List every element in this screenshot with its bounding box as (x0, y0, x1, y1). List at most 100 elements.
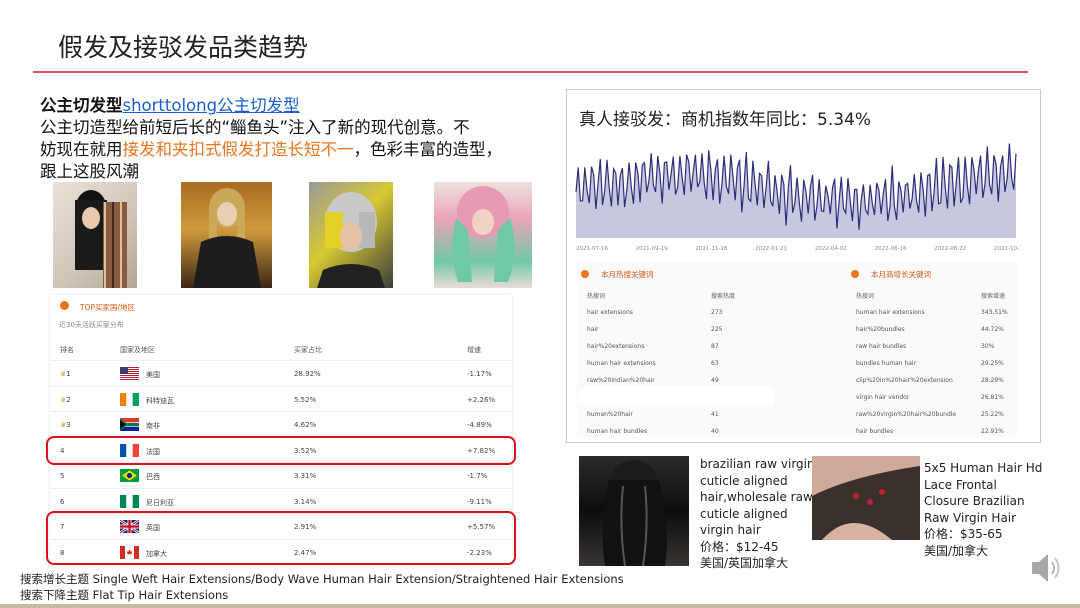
x-tick-label: 2021-07-16 (576, 246, 608, 252)
country-cell: 巴西 (146, 473, 160, 481)
product-text-line: cuticle aligned (700, 473, 788, 488)
growth-cell: -9.11% (467, 497, 492, 506)
trend-title: 真人接驳发：商机指数年同比：5.34% (579, 110, 872, 130)
country-cell: 科特迪瓦 (146, 396, 174, 405)
intro-link[interactable]: shorttolong公主切发型 (123, 96, 300, 115)
growth-keyword: raw%20virgin%20hair%20bundle (856, 411, 957, 418)
product-text-line: Closure Brazilian (924, 494, 1025, 508)
growth-keyword: virgin hair vendor (856, 394, 910, 401)
product-text-line: 5x5 Human Hair Hd (924, 461, 1043, 475)
hot-keywords-heading: 本月热搜关键词 (601, 270, 654, 279)
growth-cell: -1.7% (467, 472, 488, 480)
growth-col-term: 热搜词 (856, 293, 875, 300)
rank-cell: ♛1 (60, 370, 71, 378)
growth-keyword-value: 30% (981, 343, 995, 350)
table-row: 5 巴西 3.31% -1.7% (50, 462, 512, 488)
table-row: ♛2 科特迪瓦 5.52% +2.26% (50, 385, 512, 412)
hot-keyword-value: 273 (711, 309, 723, 316)
column-header: 买家占比 (294, 346, 322, 354)
hot-keyword: human%20hair (587, 411, 633, 418)
hot-keyword: hair extensions (587, 309, 633, 316)
rank-number: 2 (66, 395, 71, 404)
country-cell: 尼日利亚 (146, 498, 174, 507)
hot-keyword-value: 225 (711, 326, 723, 333)
hot-keyword: raw%20indian%20hair (587, 377, 655, 384)
x-tick-label: 2021-09-19 (636, 246, 668, 252)
rank-cell: 6 (60, 498, 64, 506)
share-cell: 3.14% (294, 497, 317, 506)
growth-keyword-value: 28.29% (981, 377, 1004, 384)
intro-line-2a: 妨现在就用 (40, 140, 123, 159)
share-cell: 3.31% (294, 472, 317, 480)
hot-keyword: hair (587, 326, 599, 333)
product-text-line: Raw Virgin Hair (924, 510, 1017, 525)
column-header: 排名 (60, 346, 74, 354)
hot-keyword: hair%20extensions (587, 343, 645, 350)
growth-keyword-value: 29.25% (981, 360, 1004, 367)
intro-highlight: 接发和夹扣式假发打造长短不一 (122, 140, 354, 159)
flag-icon (120, 469, 139, 482)
growth-keyword-value: 22.91% (981, 428, 1004, 435)
country-cell: 美国 (146, 371, 160, 379)
hairstyle-photo-3 (309, 182, 393, 288)
trend-chart: 2021-07-16 2021-09-19 2021-11-28 2022-01-21… (572, 130, 1020, 254)
hot-keyword-value: 87 (711, 343, 719, 350)
hairstyle-photo-1 (53, 182, 137, 288)
hot-keyword: human hair extensions (587, 360, 656, 367)
growth-keyword: hair bundles (856, 428, 894, 435)
hairstyle-figure-3 (317, 192, 385, 288)
rank-number: 5 (60, 472, 65, 480)
x-tick-label: 2021-11-28 (695, 246, 727, 252)
bullet-icon (851, 270, 859, 278)
x-tick-label: 2022-10-29 (994, 246, 1020, 252)
share-cell: 28.92% (294, 370, 321, 378)
rank-number: 6 (60, 497, 65, 506)
hot-keyword-value: 40 (711, 428, 719, 435)
hair-product-figure-2 (812, 456, 920, 540)
keyword-tables: 本月热搜关键词 热搜词 搜索热度 本月高增长关键词 热搜词 搜索增速 hair … (577, 262, 1017, 437)
x-tick-label: 2022-04-02 (815, 246, 847, 252)
product-markets: 美国/英国加拿大 (700, 556, 789, 570)
growth-cell: -1.17% (467, 370, 492, 378)
rank-cell: 5 (60, 472, 64, 480)
hairstyle-photo-2 (181, 182, 272, 288)
flag-icon (120, 494, 139, 508)
speaker-icon[interactable] (1026, 549, 1066, 587)
growth-keyword: clip%20in%20hair%20extension (856, 377, 953, 384)
flag-icon (120, 367, 139, 380)
country-cell: 南非 (146, 422, 160, 430)
title-divider (33, 71, 1028, 73)
share-cell: 5.52% (294, 395, 317, 404)
rank-cell: ♛2 (60, 396, 71, 404)
growth-keyword-value: 25.22% (981, 411, 1004, 418)
product-price: 价格：$12-45 (700, 539, 779, 554)
rank-number: 3 (66, 421, 71, 429)
bottom-border (0, 604, 1080, 608)
flag-icon (120, 392, 139, 406)
footer-decline-themes: 搜索下降主题 Flat Tip Hair Extensions (20, 588, 229, 602)
intro-title: 公主切发型 (40, 96, 123, 115)
ranking-heading: TOP买家国/地区 (80, 303, 136, 312)
product-price: 价格：$35-65 (924, 527, 1003, 541)
x-tick-label: 2022-06-16 (875, 246, 907, 252)
product-image-2 (812, 456, 920, 540)
product-markets: 美国/加拿大 (924, 543, 989, 558)
highlight-box-uk-canada (46, 511, 516, 565)
blank-cell (579, 388, 774, 405)
growth-keyword-value: 343.51% (981, 309, 1008, 316)
product-description-2: 5x5 Human Hair Hd Lace Frontal Closure B… (924, 460, 1042, 559)
growth-keyword-value: 44.72% (981, 326, 1004, 333)
table-row: 6 尼日利亚 3.14% -9.11% (50, 487, 512, 514)
hot-keyword-value: 49 (711, 377, 719, 384)
intro-line-3: 跟上这股风潮 (40, 162, 139, 181)
product-image-1 (579, 456, 689, 567)
growth-keyword-value: 26.81% (981, 394, 1004, 401)
hairstyle-photo-4 (434, 182, 532, 288)
intro-line-2b: ，色彩丰富的造型， (353, 140, 503, 159)
x-tick-label: 2022-01-21 (755, 246, 787, 252)
growth-keyword: raw hair bundles (856, 343, 907, 350)
page-title: 假发及接驳发品类趋势 (58, 33, 309, 62)
hair-product-figure-1 (602, 460, 667, 567)
growth-cell: -4.89% (467, 421, 492, 429)
product-text-line: virgin hair (700, 523, 761, 537)
